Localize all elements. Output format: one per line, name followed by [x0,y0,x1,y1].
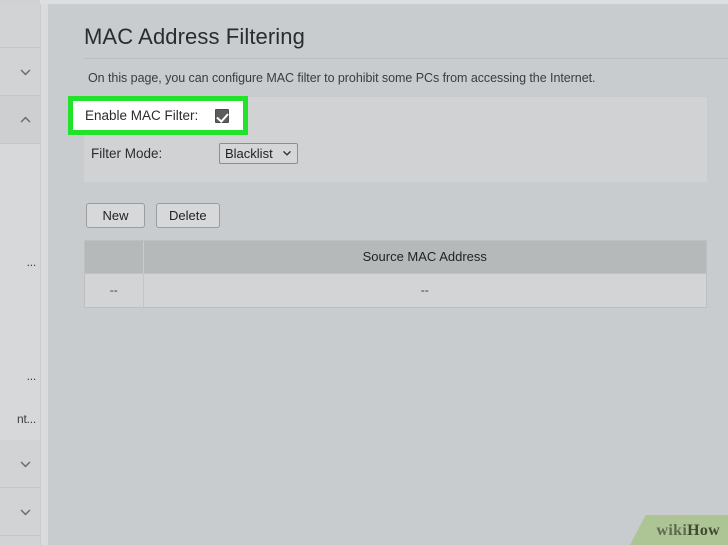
table-toolbar: New Delete [86,203,220,228]
chevron-up-icon [19,113,32,126]
highlighted-enable-mac-filter-label: Enable MAC Filter: [85,108,199,123]
sidebar-item-label: ... [26,369,37,383]
page-title: MAC Address Filtering [84,24,305,49]
filter-mode-row: Filter Mode: Blacklist [91,142,298,164]
delete-button[interactable]: Delete [156,203,220,228]
sidebar-subitem-7[interactable]: nt... [0,398,40,440]
sidebar-subitem-5[interactable] [0,284,40,354]
sidebar-item-10[interactable] [0,536,40,545]
title-divider [84,58,728,59]
filter-mode-select[interactable]: Blacklist [219,142,298,164]
table-cell-select: -- [85,272,144,307]
sidebar-subitem-3[interactable] [0,144,40,240]
chevron-down-icon [282,148,292,158]
page-description: On this page, you can configure MAC filt… [88,71,596,85]
table-cell-source-mac: -- [143,272,706,307]
sidebar-subitem-6[interactable]: ... [0,354,40,398]
sidebar-item-9[interactable] [0,488,40,536]
highlight-content: Enable MAC Filter: [73,101,243,130]
filter-mode-label: Filter Mode: [91,145,163,161]
watermark-text: wikiHow [657,522,720,540]
mac-address-table: Source MAC Address -- -- [84,240,707,308]
sidebar-item-8[interactable] [0,440,40,488]
highlighted-enable-mac-filter-checkbox[interactable] [215,108,230,123]
screen-root: ... ... nt... MAC Address Filtering On t… [0,0,728,545]
sidebar-subitem-4[interactable]: ... [0,240,40,284]
chevron-down-icon [19,505,32,518]
table-header-select [85,241,144,273]
sidebar-item-1[interactable] [0,48,40,96]
chevron-down-icon [19,457,32,470]
table-header-row: Source MAC Address [85,241,706,273]
filter-mode-value: Blacklist [225,145,273,161]
sidebar-scrollbar[interactable] [41,4,48,545]
sidebar-item-label: ... [26,255,37,269]
highlight-annotation: Enable MAC Filter: [68,96,248,135]
watermark-text-wiki: wiki [656,522,688,539]
table-header-source-mac: Source MAC Address [143,241,706,273]
chevron-down-icon [19,65,32,78]
watermark-text-how: How [687,522,720,539]
sidebar-item-0[interactable] [0,4,40,48]
new-button[interactable]: New [86,203,145,228]
sidebar: ... ... nt... [0,4,40,545]
sidebar-item-2[interactable] [0,96,40,144]
sidebar-item-label: nt... [16,412,36,426]
main-content: MAC Address Filtering On this page, you … [48,4,728,545]
wikihow-watermark: wikiHow [630,515,728,545]
table-row[interactable]: -- -- [85,272,706,307]
